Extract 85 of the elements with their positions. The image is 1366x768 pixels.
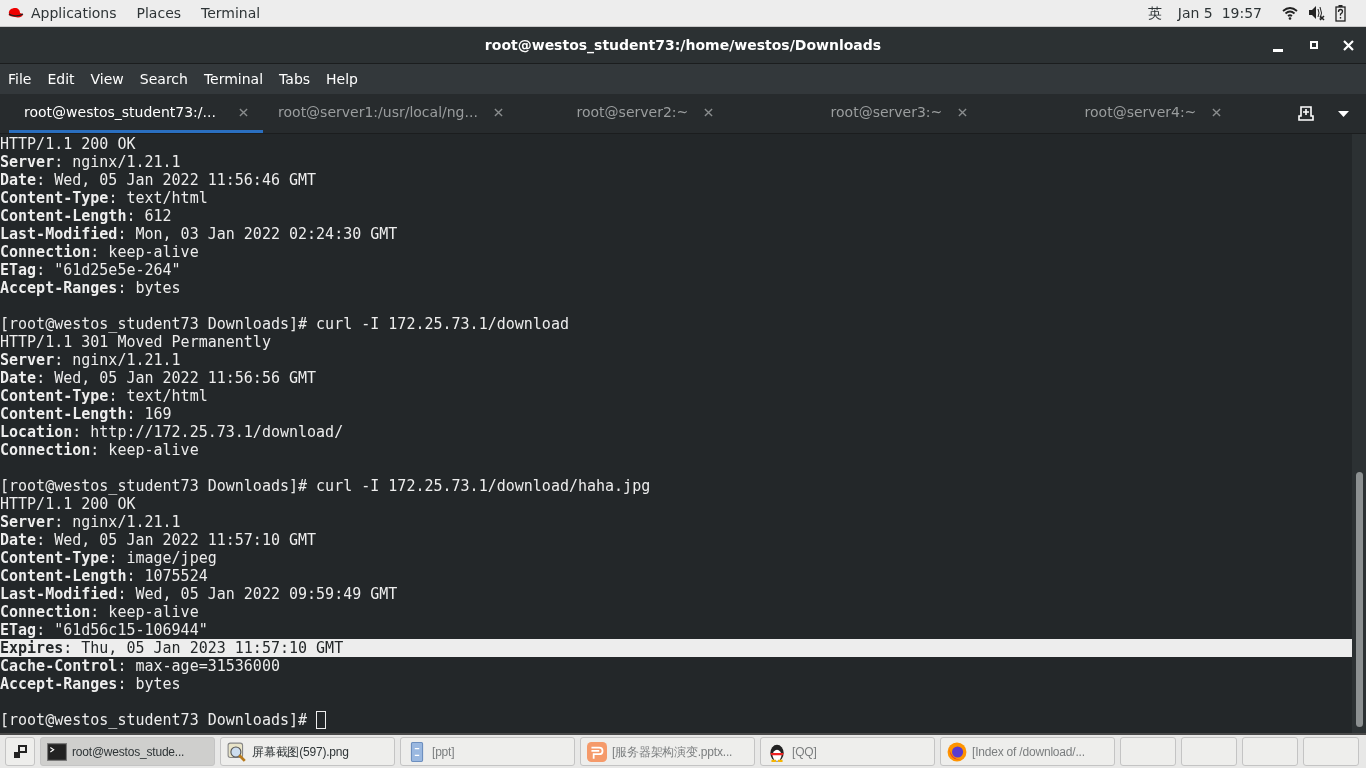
hat-icon [7, 7, 24, 19]
terminal-line: HTTP/1.1 301 Moved Permanently [0, 333, 271, 351]
terminal-line: Connection: keep-alive [0, 243, 199, 261]
terminal-line: Server: nginx/1.21.1 [0, 351, 181, 369]
maximize-icon[interactable] [1310, 41, 1318, 49]
terminal-line: ETag: "61d56c15-106944" [0, 621, 208, 639]
terminal-line: Last-Modified: Wed, 05 Jan 2022 09:59:49 GMT [0, 585, 398, 603]
scrollbar[interactable] [1352, 134, 1366, 733]
taskbar-label: 屏幕截图(597).png [252, 743, 349, 761]
menu-item[interactable]: File [8, 68, 32, 90]
close-tab-icon[interactable] [239, 107, 249, 117]
top-bar-menu[interactable]: Places [136, 2, 182, 24]
taskbar-label: [服务器架构演变.pptx... [612, 743, 733, 761]
terminal-line: HTTP/1.1 200 OK [0, 135, 136, 153]
terminal-line: Accept-Ranges: bytes [0, 675, 181, 693]
terminal-line: Date: Wed, 05 Jan 2022 11:57:10 GMT [0, 531, 317, 549]
taskbar-label: [QQ] [792, 743, 817, 761]
terminal-prompt: [root@westos_student73 Downloads]# [0, 711, 308, 729]
close-tab-icon[interactable] [958, 107, 968, 117]
menu-item[interactable]: Tabs [279, 68, 311, 90]
top-bar-menu[interactable]: Applications [31, 2, 117, 24]
volume-muted-icon[interactable] [1308, 5, 1325, 21]
close-tab-icon[interactable] [493, 107, 503, 117]
taskbar-button[interactable]: [Index of /download/... [940, 737, 1115, 766]
taskbar-label: [Index of /download/... [972, 743, 1085, 761]
presentation-icon [587, 741, 607, 762]
terminal-line: [root@westos_student73 Downloads]# curl -I 172.25.73.1/download/haha.jpg [0, 477, 651, 495]
taskbar-button[interactable]: root@westos_stude... [40, 737, 215, 766]
terminal-line: Content-Length: 612 [0, 207, 172, 225]
terminal-line: Content-Type: text/html [0, 387, 208, 405]
terminal-line: Content-Type: text/html [0, 189, 208, 207]
tab-label: root@server1:/usr/local/ng... [278, 102, 478, 122]
taskbar-label: root@westos_stude... [72, 743, 185, 761]
close-icon[interactable] [1343, 40, 1354, 51]
taskbar-button[interactable]: 屏幕截图(597).png [220, 737, 395, 766]
tab-label: root@westos_student73:/... [24, 102, 216, 122]
terminal-line: HTTP/1.1 200 OK [0, 495, 136, 513]
terminal-line: Last-Modified: Mon, 03 Jan 2022 02:24:30 GMT [0, 225, 398, 243]
taskbar-label: [ppt] [432, 743, 455, 761]
menu-item[interactable]: View [90, 68, 124, 90]
terminal-tab[interactable]: root@server2:~ [517, 94, 772, 133]
browser-icon [947, 741, 967, 762]
window-title: root@westos_student73:/home/westos/Downloads [484, 35, 882, 56]
tab-label: root@server2:~ [576, 102, 689, 122]
show-desktop-button[interactable] [5, 737, 35, 766]
tab-label: root@server4:~ [1084, 102, 1197, 122]
terminal-line: Server: nginx/1.21.1 [0, 153, 181, 171]
menu-item[interactable]: Edit [47, 68, 75, 90]
menu-item[interactable]: Search [139, 68, 188, 90]
terminal-line: Cache-Control: max-age=31536000 [0, 657, 280, 675]
terminal-line: [root@westos_student73 Downloads]# curl -I 172.25.73.1/download [0, 315, 569, 333]
terminal-line: Date: Wed, 05 Jan 2022 11:56:46 GMT [0, 171, 317, 189]
terminal-line: Content-Length: 169 [0, 405, 172, 423]
close-tab-icon[interactable] [704, 107, 714, 117]
menu-item[interactable]: Help [326, 68, 358, 90]
taskbar-button[interactable]: [服务器架构演变.pptx... [580, 737, 755, 766]
terminal-tab[interactable]: root@server1:/usr/local/ng... [263, 94, 518, 133]
terminal-icon [47, 741, 67, 762]
show-desktop-icon [13, 744, 27, 759]
terminal-line: Server: nginx/1.21.1 [0, 513, 181, 531]
terminal-line: Location: http://172.25.73.1/download/ [0, 423, 344, 441]
terminal-line: Accept-Ranges: bytes [0, 279, 181, 297]
image-viewer-icon [227, 741, 247, 762]
text-cursor [316, 711, 327, 729]
terminal-tab[interactable]: root@server3:~ [771, 94, 1026, 133]
terminal-line: ETag: "61d25e5e-264" [0, 261, 181, 279]
taskbar-button[interactable]: [QQ] [760, 737, 935, 766]
taskbar-button[interactable]: [ppt] [400, 737, 575, 766]
close-tab-icon[interactable] [1212, 107, 1222, 117]
terminal-tab[interactable]: root@server4:~ [1025, 94, 1280, 133]
dropdown-icon[interactable] [1338, 111, 1349, 117]
terminal-line: Content-Length: 1075524 [0, 567, 208, 585]
tab-label: root@server3:~ [830, 102, 943, 122]
wifi-icon[interactable] [1282, 6, 1298, 20]
terminal-line: Date: Wed, 05 Jan 2022 11:56:56 GMT [0, 369, 317, 387]
terminal-line: Connection: keep-alive [0, 441, 199, 459]
clock[interactable]: Jan 5 19:57 [1177, 2, 1262, 24]
terminal-line: Expires: Thu, 05 Jan 2023 11:57:10 GMT [0, 639, 344, 657]
menu-item[interactable]: Terminal [203, 68, 264, 90]
top-bar-menu[interactable]: Terminal [201, 2, 261, 24]
terminal-line: Connection: keep-alive [0, 603, 199, 621]
terminal-line: Content-Type: image/jpeg [0, 549, 217, 567]
input-method-indicator[interactable]: 英 [1147, 2, 1162, 24]
battery-missing-icon[interactable] [1335, 4, 1346, 22]
new-tab-icon[interactable] [1298, 106, 1314, 121]
